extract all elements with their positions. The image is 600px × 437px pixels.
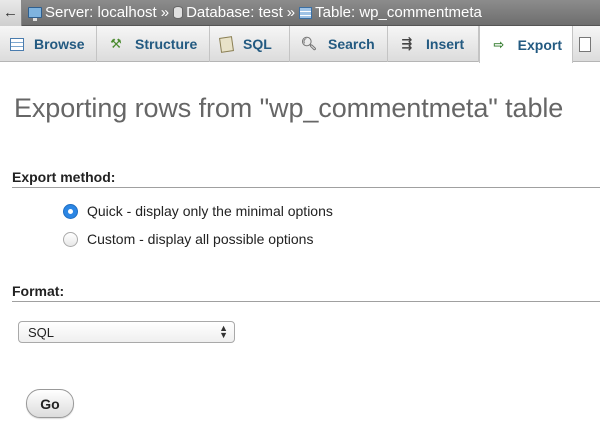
- tab-sql[interactable]: SQL: [210, 26, 290, 62]
- tab-insert[interactable]: ⇶ Insert: [388, 26, 479, 62]
- breadcrumb-table[interactable]: Table: wp_commentmeta: [299, 4, 482, 21]
- search-icon: 🔍︎: [300, 36, 318, 51]
- format-select-value: SQL: [28, 324, 55, 340]
- breadcrumb-database-label[interactable]: Database: test: [186, 4, 283, 21]
- insert-icon: ⇶: [401, 36, 413, 51]
- sql-icon: [219, 35, 234, 53]
- format-heading: Format:: [12, 283, 600, 302]
- export-icon: ⇨: [493, 36, 505, 52]
- breadcrumb-separator: »: [160, 4, 170, 21]
- back-arrow-icon[interactable]: ←: [0, 0, 22, 26]
- radio-quick[interactable]: Quick - display only the minimal options: [63, 203, 333, 219]
- tab-import[interactable]: [573, 26, 600, 62]
- browse-icon: [10, 37, 24, 51]
- tab-insert-label: Insert: [426, 36, 465, 52]
- breadcrumb-server-label[interactable]: Server: localhost: [45, 4, 157, 21]
- tab-browse[interactable]: Browse: [0, 26, 97, 62]
- radio-custom-button[interactable]: [63, 231, 78, 247]
- export-method-heading: Export method:: [12, 169, 600, 188]
- breadcrumb-server[interactable]: Server: localhost: [22, 4, 157, 21]
- structure-icon: ⚒: [110, 36, 122, 51]
- breadcrumb-table-label[interactable]: Table: wp_commentmeta: [315, 4, 482, 21]
- radio-custom-label[interactable]: Custom - display all possible options: [87, 231, 313, 247]
- tab-search-label: Search: [328, 36, 375, 52]
- database-icon: [173, 6, 184, 19]
- select-arrows-icon: ▲ ▼: [219, 323, 228, 340]
- radio-custom[interactable]: Custom - display all possible options: [63, 231, 313, 247]
- tab-structure-label: Structure: [135, 36, 198, 52]
- tab-export-label: Export: [517, 36, 562, 53]
- breadcrumb-database[interactable]: Database: test: [173, 4, 283, 21]
- tab-bar: Browse ⚒ Structure SQL 🔍︎ Search ⇶ Inser…: [0, 26, 600, 63]
- tab-export[interactable]: ⇨ Export: [479, 26, 573, 63]
- tab-search[interactable]: 🔍︎ Search: [290, 26, 388, 62]
- radio-quick-label[interactable]: Quick - display only the minimal options: [87, 203, 333, 219]
- tab-sql-label: SQL: [243, 36, 272, 52]
- tab-structure[interactable]: ⚒ Structure: [97, 26, 210, 62]
- format-select[interactable]: SQL ▲ ▼: [18, 321, 235, 343]
- radio-quick-button[interactable]: [63, 203, 78, 219]
- go-button[interactable]: Go: [26, 389, 74, 418]
- breadcrumb-separator: »: [286, 4, 296, 21]
- import-icon: [579, 36, 591, 52]
- server-icon: [28, 7, 42, 21]
- tab-browse-label: Browse: [34, 36, 85, 52]
- table-icon: [299, 6, 313, 19]
- page-title: Exporting rows from "wp_commentmeta" tab…: [14, 93, 564, 123]
- breadcrumb: ← Server: localhost » Database: test » T…: [0, 0, 600, 26]
